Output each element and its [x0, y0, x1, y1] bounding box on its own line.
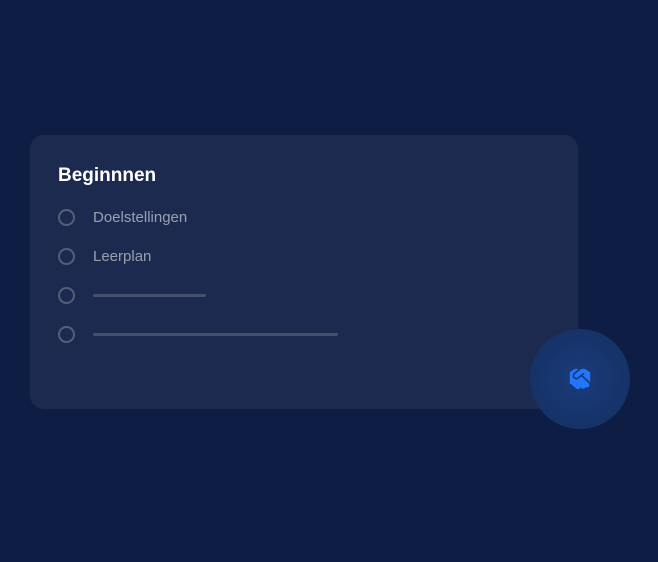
radio-icon [58, 326, 75, 343]
help-fab[interactable] [530, 329, 630, 429]
radio-icon [58, 287, 75, 304]
radio-icon [58, 209, 75, 226]
checklist-item-doelstellingen[interactable]: Doelstellingen [58, 209, 550, 226]
checklist-item-placeholder [58, 287, 550, 304]
radio-icon [58, 248, 75, 265]
placeholder-bar [93, 294, 206, 297]
checklist-item-leerplan[interactable]: Leerplan [58, 248, 550, 265]
checklist-item-placeholder [58, 326, 550, 343]
card-title: Beginnnen [58, 165, 550, 187]
handshake-icon [563, 362, 597, 396]
placeholder-bar [93, 333, 338, 336]
checklist-item-label: Leerplan [93, 248, 151, 265]
onboarding-card: Beginnnen Doelstellingen Leerplan [30, 135, 578, 409]
checklist-item-label: Doelstellingen [93, 209, 187, 226]
checklist: Doelstellingen Leerplan [58, 209, 550, 343]
